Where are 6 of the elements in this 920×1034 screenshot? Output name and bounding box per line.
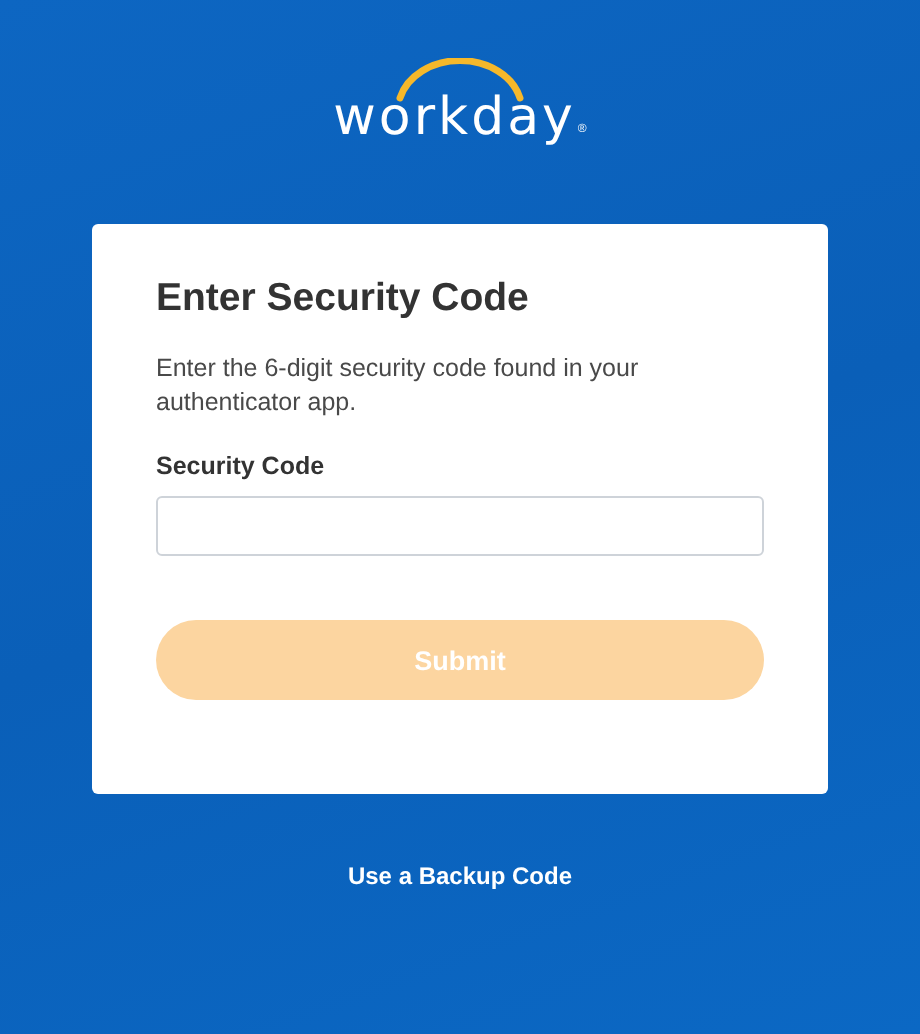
card-title: Enter Security Code: [156, 274, 531, 324]
instruction-text: Enter the 6-digit security code found in your authenticator app.: [156, 352, 641, 420]
logo-wordmark: workday: [333, 90, 576, 146]
backup-code-link[interactable]: Use a Backup Code: [347, 862, 573, 890]
security-code-field[interactable]: [156, 496, 764, 556]
field-label: Security Code: [156, 450, 327, 484]
